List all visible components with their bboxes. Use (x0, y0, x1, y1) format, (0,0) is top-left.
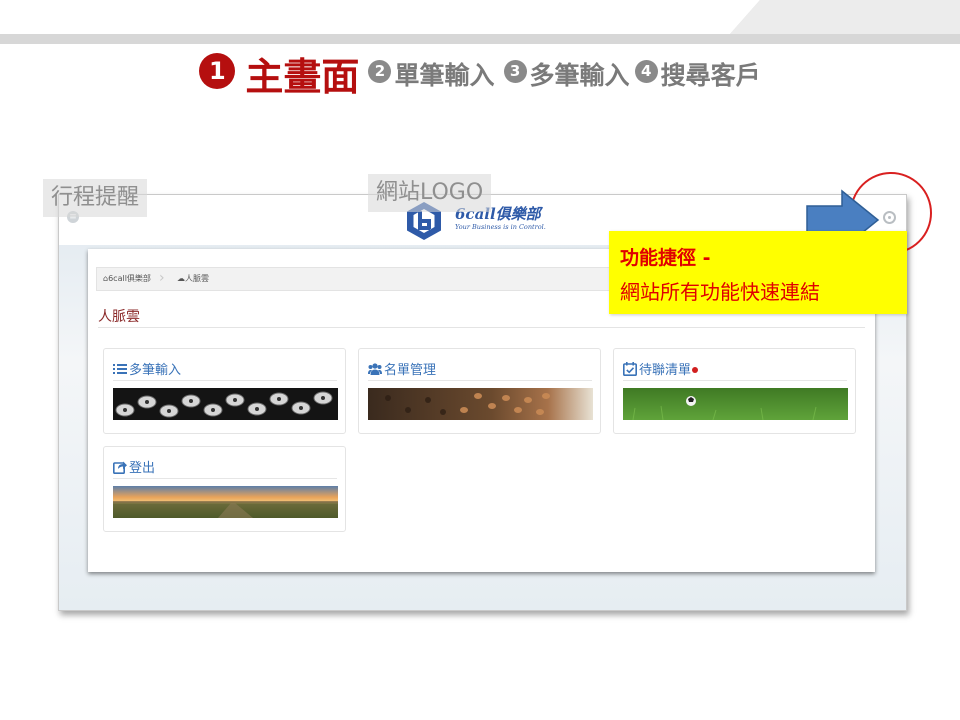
shortcut-callout: 功能捷徑 - 網站所有功能快速連結 (609, 231, 907, 314)
card-label: 名單管理 (384, 363, 437, 378)
coffee-beans-image (368, 388, 593, 420)
step-3-label: 多筆輸入 (529, 60, 630, 90)
step-1-label: 主畫面 (245, 55, 360, 99)
shortcut-callout-description: 網站所有功能快速連結 (620, 280, 820, 304)
shortcut-callout-title: 功能捷徑 - (620, 247, 711, 269)
sunset-landscape-image (113, 486, 338, 518)
card-header: 多筆輸入 (113, 359, 181, 378)
step-4: 4 搜尋客戶 (634, 56, 761, 92)
card-divider (113, 478, 337, 479)
card-header: 登出 (113, 457, 155, 476)
breadcrumb-home[interactable]: ⌂6call俱樂部 (103, 268, 151, 290)
card-header: 待聯清單 (623, 359, 699, 378)
card-label: 登出 (129, 461, 156, 476)
step-4-label: 搜尋客戶 (660, 60, 761, 90)
card-contact-list[interactable]: 待聯清單 (613, 348, 856, 434)
step-2: 2 單筆輸入 (368, 56, 494, 92)
card-header: 名單管理 (368, 359, 436, 378)
breadcrumb-current[interactable]: ☁人脈雲 (177, 268, 209, 290)
card-label: 多筆輸入 (129, 363, 182, 378)
card-divider (368, 380, 592, 381)
breadcrumb-home-label: 6call俱樂部 (108, 274, 151, 283)
card-label: 待聯清單 (639, 363, 692, 378)
step-1-number: 1 (199, 52, 236, 89)
step-3-number: 3 (503, 60, 527, 83)
card-list-management[interactable]: 名單管理 (358, 348, 601, 434)
section-title: 人脈雲 (98, 309, 140, 325)
card-divider (113, 380, 337, 381)
schedule-reminder-label: 行程提醒 (43, 179, 148, 217)
typewriter-keys-image (113, 388, 338, 420)
list-icon (113, 364, 127, 374)
step-4-number: 4 (634, 60, 658, 83)
breadcrumb-current-label: 人脈雲 (185, 274, 209, 283)
step-1-main: 1 主畫面 (199, 46, 359, 101)
slide-top-band (0, 0, 960, 44)
step-2-label: 單筆輸入 (394, 60, 495, 90)
step-3: 3 多筆輸入 (503, 56, 630, 92)
site-logo-label: 網站LOGO (368, 174, 492, 212)
calendar-check-icon (623, 362, 637, 376)
users-icon (368, 363, 382, 375)
breadcrumb-separator-icon: › (159, 270, 165, 286)
step-2-number: 2 (368, 60, 392, 83)
card-logout[interactable]: 登出 (103, 446, 346, 532)
grass-field-image (623, 388, 848, 420)
card-multi-input[interactable]: 多筆輸入 (103, 348, 346, 434)
section-divider (98, 327, 865, 328)
logo-slogan: Your Business is in Control. (455, 223, 546, 231)
share-icon (113, 461, 127, 474)
notification-dot-icon (692, 367, 699, 373)
card-divider (623, 380, 847, 381)
step-title-row: 1 主畫面 2 單筆輸入 3 多筆輸入 4 搜尋客戶 (0, 46, 960, 99)
